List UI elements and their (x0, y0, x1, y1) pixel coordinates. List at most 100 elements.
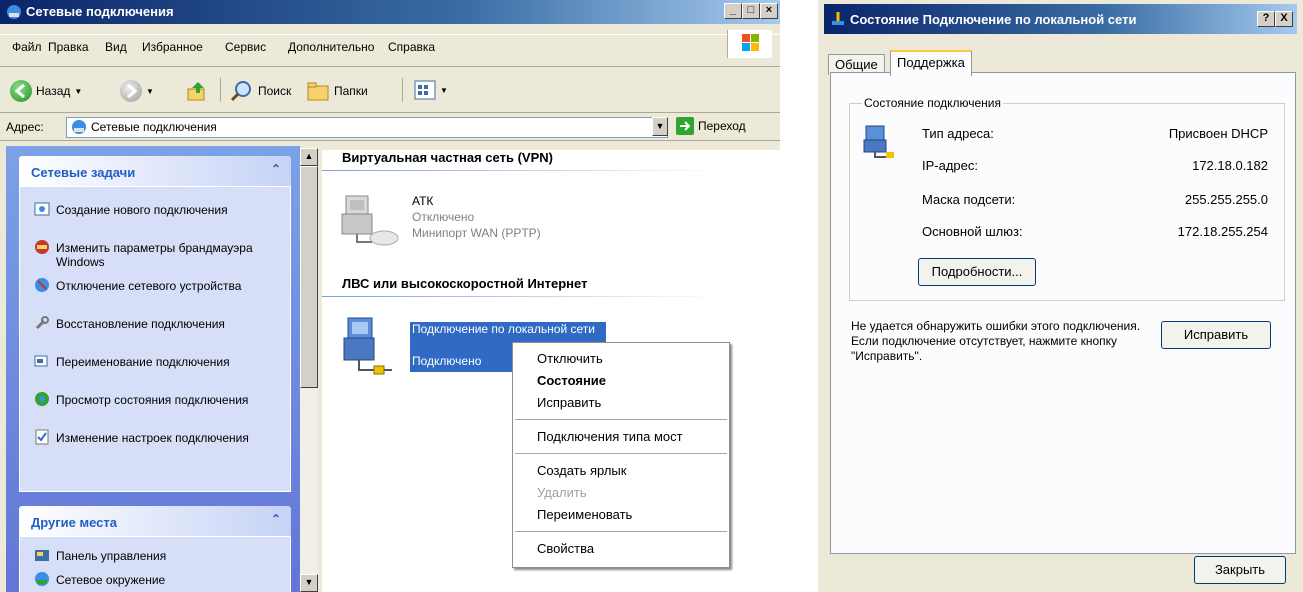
lan-name[interactable]: Подключение по локальной сети (412, 322, 602, 337)
address-value: Сетевые подключения (91, 120, 217, 134)
task-new-connection[interactable]: Создание нового подключения (56, 203, 276, 217)
vpn-connection-icon[interactable] (340, 192, 400, 248)
support-tab-panel: Состояние подключения Тип адреса: Присво… (830, 72, 1296, 554)
back-button[interactable]: Назад ▼ (10, 80, 82, 102)
address-type-label: Тип адреса: (922, 126, 994, 141)
subnet-mask-value: 255.255.255.0 (1184, 192, 1268, 207)
repair-icon (35, 316, 49, 330)
scroll-thumb[interactable] (300, 166, 318, 388)
window-title: Сетевые подключения (26, 4, 174, 19)
address-bar: Адрес: Сетевые подключения ▼ Переход (0, 116, 780, 138)
vpn-name[interactable]: АТК (412, 194, 433, 209)
menu-item-delete: Удалить (537, 485, 587, 500)
menu-tools[interactable]: Сервис (225, 40, 266, 54)
group-title: Состояние подключения (862, 96, 1003, 110)
vpn-device: Минипорт WAN (PPTP) (412, 226, 541, 240)
group-lan-header: ЛВС или высокоскоростной Интернет (342, 276, 588, 291)
dialog-title: Состояние Подключение по локальной сети (850, 12, 1137, 27)
address-label: Адрес: (6, 120, 44, 134)
network-tasks-panel: Создание нового подключения Изменить пар… (19, 186, 291, 492)
menu-item-create-shortcut[interactable]: Создать ярлык (537, 463, 626, 478)
menu-advanced[interactable]: Дополнительно (288, 40, 374, 54)
back-label: Назад (36, 84, 71, 98)
explorer-titlebar[interactable]: Сетевые подключения _ □ × (0, 0, 780, 24)
minimize-button[interactable]: _ (724, 3, 742, 19)
windows-logo-icon (727, 30, 772, 58)
folders-button[interactable]: Папки (306, 80, 368, 102)
ip-address-value: 172.18.0.182 (1192, 158, 1268, 173)
task-change-settings[interactable]: Изменение настроек подключения (56, 431, 276, 445)
menu-item-repair[interactable]: Исправить (537, 395, 601, 410)
task-repair[interactable]: Восстановление подключения (56, 317, 276, 331)
views-button[interactable]: ▼ (414, 80, 448, 100)
scroll-down-button[interactable]: ▼ (300, 574, 318, 592)
close-button[interactable]: X (1275, 11, 1293, 27)
up-folder-button[interactable] (186, 80, 208, 102)
address-dropdown-button[interactable]: ▼ (652, 117, 668, 136)
menu-view[interactable]: Вид (105, 40, 127, 54)
folder-icon (307, 82, 329, 101)
close-dialog-button[interactable]: Закрыть (1194, 556, 1286, 584)
dialog-titlebar[interactable]: Состояние Подключение по локальной сети … (824, 4, 1297, 34)
go-label: Переход (698, 119, 746, 133)
place-network-neighborhood[interactable]: Сетевое окружение (56, 573, 276, 587)
vertical-scrollbar[interactable]: ▲ ▼ (300, 148, 318, 592)
collapse-icon[interactable]: ⌃ (271, 512, 281, 526)
explorer-window: Сетевые подключения _ □ × Файл Правка Ви… (0, 0, 780, 592)
lan-status: Подключено (412, 354, 482, 368)
folders-label: Папки (334, 84, 368, 98)
address-input[interactable]: Сетевые подключения ▼ (66, 117, 668, 138)
chevron-down-icon[interactable]: ▼ (74, 87, 82, 96)
tab-support[interactable]: Поддержка (890, 50, 972, 76)
vpn-status: Отключено (412, 210, 475, 224)
repair-info-text: Не удается обнаружить ошибки этого подкл… (851, 319, 1141, 363)
task-firewall[interactable]: Изменить параметры брандмауэра Windows (56, 241, 276, 269)
task-view-status[interactable]: Просмотр состояния подключения (56, 393, 276, 407)
repair-button[interactable]: Исправить (1161, 321, 1271, 349)
other-places-header[interactable]: Другие места ⌃ (19, 506, 291, 536)
default-gateway-label: Основной шлюз: (922, 224, 1023, 239)
lan-connection-icon[interactable] (340, 316, 400, 378)
menu-item-properties[interactable]: Свойства (537, 541, 594, 556)
network-tasks-header[interactable]: Сетевые задачи ⌃ (19, 156, 291, 186)
chevron-down-icon[interactable]: ▼ (146, 87, 154, 96)
help-button[interactable]: ? (1257, 11, 1275, 27)
scroll-up-button[interactable]: ▲ (300, 148, 318, 166)
forward-arrow-icon (120, 80, 142, 102)
menu-item-bridge[interactable]: Подключения типа мост (537, 429, 683, 444)
menu-item-rename[interactable]: Переименовать (537, 507, 632, 522)
place-control-panel[interactable]: Панель управления (56, 549, 276, 563)
task-rename[interactable]: Переименование подключения (56, 355, 276, 369)
menu-help[interactable]: Справка (388, 40, 435, 54)
menu-item-status[interactable]: Состояние (537, 373, 606, 388)
go-button[interactable]: Переход (676, 117, 746, 135)
menu-item-disconnect[interactable]: Отключить (537, 351, 603, 366)
forward-button[interactable]: ▼ (120, 80, 154, 102)
up-folder-icon (187, 82, 205, 101)
status-dialog: Состояние Подключение по локальной сети … (818, 0, 1303, 592)
go-arrow-icon (676, 117, 694, 135)
status-icon (35, 392, 49, 406)
rename-icon (34, 355, 48, 367)
maximize-button[interactable]: □ (742, 3, 760, 19)
menu-file[interactable]: Файл (12, 40, 42, 54)
menu-edit[interactable]: Правка (48, 40, 89, 54)
search-button[interactable]: Поиск (230, 80, 291, 102)
other-places-panel: Панель управления Сетевое окружение (19, 536, 291, 592)
network-neighborhood-icon (35, 572, 49, 586)
default-gateway-value: 172.18.255.254 (1177, 224, 1268, 239)
ip-address-label: IP-адрес: (922, 158, 978, 173)
network-computer-icon (863, 125, 894, 158)
details-button[interactable]: Подробности... (918, 258, 1036, 286)
back-arrow-icon (10, 80, 32, 102)
task-pane: Сетевые задачи ⌃ Создание нового подключ… (6, 146, 300, 592)
menu-favorites[interactable]: Избранное (142, 40, 203, 54)
settings-icon (35, 429, 49, 445)
subnet-mask-label: Маска подсети: (922, 192, 1016, 207)
disable-device-icon (35, 278, 49, 292)
collapse-icon[interactable]: ⌃ (271, 162, 281, 176)
close-button[interactable]: × (760, 3, 778, 19)
task-disable-device[interactable]: Отключение сетевого устройства (56, 279, 276, 293)
chevron-down-icon[interactable]: ▼ (440, 86, 448, 95)
search-icon (230, 81, 251, 102)
